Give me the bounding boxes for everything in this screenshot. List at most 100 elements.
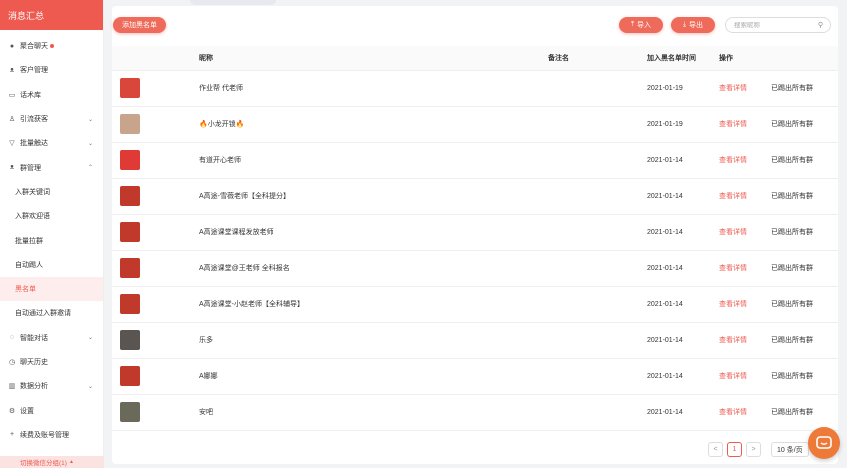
sidebar-item-label: 批量拉群 <box>15 237 43 245</box>
nickname-cell: A高途课堂课程发放老师 <box>199 214 548 251</box>
add-blacklist-button[interactable]: 添加黑名单 <box>113 17 166 33</box>
sidebar-item[interactable]: ᴥ 群管理 ⌃ <box>0 155 103 179</box>
sidebar-item[interactable]: ▽ 批量触达 ⌄ <box>0 131 103 155</box>
status-cell: 已踢出所有群 <box>771 214 838 251</box>
table-header-row: 昵称 备注名 加入黑名单时间 操作 <box>112 46 838 71</box>
op-header: 操作 <box>719 46 771 71</box>
status-cell: 已踢出所有群 <box>771 394 838 431</box>
search-icon[interactable]: ⚲ <box>818 21 823 29</box>
gear-icon: ⚙ <box>8 407 16 415</box>
page-size-select[interactable]: 10 条/页 <box>771 442 809 457</box>
unread-dot <box>50 44 54 49</box>
sidebar-item[interactable]: 自动踢人 <box>0 253 103 277</box>
next-page-button[interactable]: > <box>746 442 761 457</box>
sidebar-item-label: 聚合聊天 <box>20 43 48 51</box>
status-header <box>771 46 838 71</box>
sidebar-item-label: 黑名单 <box>15 286 36 294</box>
time-cell: 2021-01-14 <box>647 358 719 395</box>
sidebar-item[interactable]: ▥ 数据分析 ⌄ <box>0 374 103 398</box>
view-details-link[interactable]: 查看详情 <box>719 70 771 107</box>
remark-cell <box>548 250 647 287</box>
avatar <box>120 294 140 314</box>
sidebar-item-label: 入群关键词 <box>15 188 50 196</box>
avatar <box>120 222 140 242</box>
brand-title: 消息汇总 <box>0 0 103 30</box>
chat-icon: ● <box>9 42 15 50</box>
avatar-cell <box>112 214 199 251</box>
import-label: 导入 <box>637 22 652 29</box>
switch-group-label: 切换微信分组(1) <box>20 460 67 467</box>
time-cell: 2021-01-14 <box>647 214 719 251</box>
table-row: A高途课堂课程发放老师 2021-01-14 查看详情 已踢出所有群 <box>112 214 838 251</box>
view-details-link[interactable]: 查看详情 <box>719 286 771 323</box>
chevron-icon: ⌃ <box>87 165 93 172</box>
view-details-link[interactable]: 查看详情 <box>719 250 771 287</box>
sidebar-item[interactable]: + 续费及账号管理 <box>0 423 103 447</box>
nickname-cell: 乐多 <box>199 322 548 359</box>
avatar-cell <box>112 70 199 107</box>
sidebar-item[interactable]: 批量拉群 <box>0 228 103 252</box>
avatar <box>120 186 140 206</box>
remark-cell <box>548 214 647 251</box>
folder-icon: ▭ <box>8 91 16 99</box>
sidebar-item-label: 智能对话 <box>20 334 48 342</box>
blacklist-table: 昵称 备注名 加入黑名单时间 操作 作业帮 代老师 2021-01-19 查看详情已… <box>112 46 838 431</box>
chevron-icon: ⌄ <box>87 140 93 147</box>
avatar-cell <box>112 358 199 395</box>
chat-bubble-icon <box>816 436 832 449</box>
remark-cell <box>548 178 647 215</box>
view-details-link[interactable]: 查看详情 <box>719 394 771 431</box>
view-details-link[interactable]: 查看详情 <box>719 106 771 143</box>
sidebar-item[interactable]: ● 聚合聊天 <box>0 34 103 58</box>
avatar <box>120 402 140 422</box>
sidebar-item[interactable]: ♙ 引流获客 ⌄ <box>0 107 103 131</box>
avatar-header <box>112 46 199 71</box>
switch-group-button[interactable]: 切换微信分组(1) ▲ <box>0 456 104 468</box>
search-input[interactable] <box>734 21 814 29</box>
sidebar-item[interactable]: 入群欢迎语 <box>0 204 103 228</box>
sidebar-item[interactable]: 黑名单 <box>0 276 103 302</box>
export-label: 导出 <box>689 22 704 29</box>
view-details-link[interactable]: 查看详情 <box>719 358 771 395</box>
table-row: A高途课堂-小赵老师【全科辅导】 2021-01-14 查看详情 已踢出所有群 <box>112 286 838 323</box>
table-row: 🔥小龙开锁🔥 2021-01-19 查看详情 已踢出所有群 <box>112 106 838 143</box>
status-cell: 已踢出所有群 <box>771 286 838 323</box>
sidebar-item[interactable]: ⚙ 设置 <box>0 398 103 422</box>
avatar <box>120 150 140 170</box>
status-cell: 已踢出所有群 <box>771 70 838 107</box>
prev-page-button[interactable]: < <box>708 442 723 457</box>
clock-icon: ◷ <box>8 359 16 366</box>
view-details-link[interactable]: 查看详情 <box>719 178 771 215</box>
status-cell: 已踢出所有群 <box>771 250 838 287</box>
view-details-link[interactable]: 查看详情 <box>719 322 771 359</box>
sidebar-item-label: 入群欢迎语 <box>15 213 50 221</box>
sidebar-item[interactable]: ▭ 话术库 <box>0 83 103 107</box>
search-box: ⚲ <box>725 17 831 33</box>
nickname-cell: 作业帮 代老师 <box>199 70 548 107</box>
chevron-icon: ⌄ <box>87 335 93 342</box>
status-cell: 已踢出所有群 <box>771 322 838 359</box>
chat-support-button[interactable] <box>808 427 840 459</box>
sidebar-item[interactable]: 自动通过入群邀请 <box>0 301 103 325</box>
sidebar-item[interactable]: ᴥ 客户管理 <box>0 58 103 82</box>
sidebar-item[interactable]: ◷ 聊天历史 <box>0 350 103 374</box>
sidebar-item[interactable]: 入群关键词 <box>0 180 103 204</box>
nickname-cell: A高途课堂-小赵老师【全科辅导】 <box>199 286 548 323</box>
view-details-link[interactable]: 查看详情 <box>719 214 771 251</box>
time-cell: 2021-01-14 <box>647 250 719 287</box>
import-button[interactable]: ⤒ 导入 <box>619 17 663 33</box>
table-row: 乐多 2021-01-14 查看详情 已踢出所有群 <box>112 322 838 359</box>
sidebar-item-label: 话术库 <box>20 91 41 99</box>
avatar-cell <box>112 394 199 431</box>
sidebar-item[interactable]: ◌ 智能对话 ⌄ <box>0 326 103 350</box>
view-details-link[interactable]: 查看详情 <box>719 142 771 179</box>
remark-cell <box>548 322 647 359</box>
export-button[interactable]: ⤓ 导出 <box>671 17 715 33</box>
avatar <box>120 258 140 278</box>
avatar-cell <box>112 142 199 179</box>
sidebar-item-label: 续费及账号管理 <box>20 431 69 439</box>
page-number-current[interactable]: 1 <box>727 442 742 457</box>
sidebar-item-label: 客户管理 <box>20 67 48 75</box>
sidebar-item-label: 批量触达 <box>20 140 48 148</box>
avatar-cell <box>112 178 199 215</box>
